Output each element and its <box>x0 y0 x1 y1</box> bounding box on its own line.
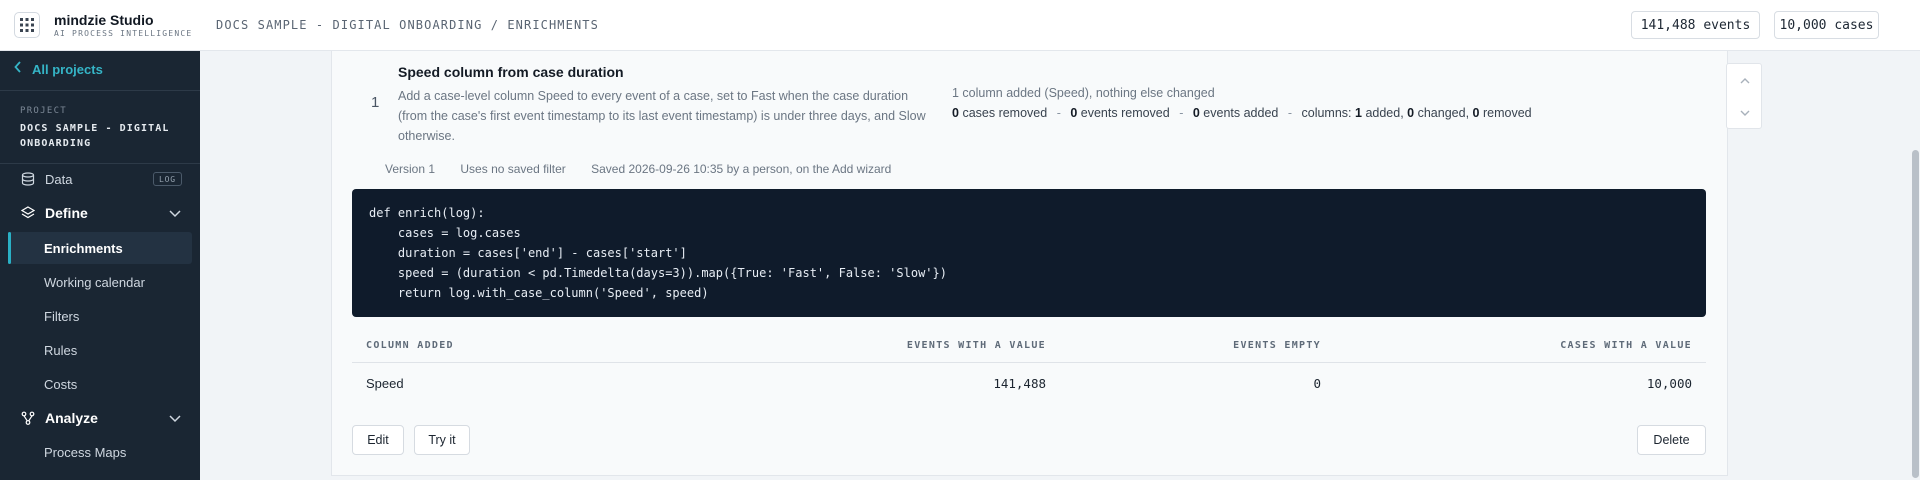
database-icon <box>21 172 35 186</box>
sidebar-item-label: Enrichments <box>44 240 123 256</box>
delete-button[interactable]: Delete <box>1637 425 1706 455</box>
try-it-button[interactable]: Try it <box>414 425 470 455</box>
sidebar-item-process-maps[interactable]: Process Maps <box>0 436 200 468</box>
events-removed-label: events removed <box>1080 106 1170 120</box>
sidebar-group-label: Analyze <box>45 410 98 426</box>
filter-label: Uses no saved filter <box>460 162 566 176</box>
project-name: DOCS SAMPLE - DIGITAL ONBOARDING <box>20 123 170 149</box>
sidebar-divider <box>0 90 200 91</box>
code-block: def enrich(log): cases = log.cases durat… <box>352 189 1706 317</box>
columns-changed-value: 0 <box>1407 106 1415 120</box>
sidebar-item-costs[interactable]: Costs <box>0 368 200 400</box>
scrollbar-thumb[interactable] <box>1912 150 1919 478</box>
chevron-left-icon <box>14 61 22 77</box>
table-cell-events-empty: 0 <box>1313 376 1321 391</box>
columns-added-label: added, <box>1365 106 1404 120</box>
change-summary: 1 column added (Speed), nothing else cha… <box>952 86 1215 100</box>
cases-count-pill: 10,000 cases <box>1774 11 1879 39</box>
table-header-events-empty: EVENTS EMPTY <box>1233 340 1321 351</box>
saved-label: Saved 2026-09-26 10:35 by a person, on t… <box>591 162 892 176</box>
cases-removed-label: cases removed <box>962 106 1048 120</box>
active-item-indicator <box>8 232 11 264</box>
layers-icon <box>21 206 35 219</box>
sidebar: All projects PROJECT DOCS SAMPLE - DIGIT… <box>0 51 200 480</box>
code-text: def enrich(log): cases = log.cases durat… <box>369 206 947 300</box>
all-projects-label: All projects <box>32 61 103 77</box>
version-label: Version 1 <box>385 162 436 176</box>
project-label: PROJECT <box>20 106 68 116</box>
chevron-down-icon <box>169 415 181 423</box>
sidebar-item-label: Data <box>45 171 73 187</box>
table-cell-column-name: Speed <box>366 376 404 391</box>
events-removed-value: 0 <box>1070 106 1078 120</box>
table-header-cases-with-value: CASES WITH A VALUE <box>1560 340 1692 351</box>
sidebar-item-rules[interactable]: Rules <box>0 334 200 366</box>
brand-tagline: AI PROCESS INTELLIGENCE <box>54 29 193 38</box>
columns-added-value: 1 <box>1355 106 1362 120</box>
enrichment-title: Speed column from case duration <box>398 64 624 80</box>
chevron-down-icon <box>169 210 181 218</box>
table-header-column-added: COLUMN ADDED <box>366 340 454 351</box>
sidebar-item-working-calendar[interactable]: Working calendar <box>0 266 200 298</box>
process-branch-icon <box>21 411 35 425</box>
sidebar-item-label: Rules <box>44 342 78 358</box>
sidebar-item-enrichments[interactable]: Enrichments <box>0 232 200 264</box>
table-header-divider <box>352 362 1706 363</box>
change-stats: 0 cases removed - 0 events removed - 0 e… <box>952 106 1532 120</box>
sidebar-item-label: Costs <box>44 376 78 392</box>
sidebar-group-analyze[interactable]: Analyze <box>0 402 200 434</box>
breadcrumb: DOCS SAMPLE - DIGITAL ONBOARDING / ENRIC… <box>216 18 599 32</box>
sidebar-group-define[interactable]: Define <box>0 197 200 229</box>
columns-prefix: columns: <box>1301 106 1352 120</box>
events-count-pill: 141,488 events <box>1631 11 1760 39</box>
enrichment-meta: Version 1 Uses no saved filter Saved 202… <box>385 162 913 176</box>
columns-removed-value: 0 <box>1472 106 1480 120</box>
columns-changed-label: changed, <box>1417 106 1470 120</box>
sidebar-group-label: Define <box>45 205 88 221</box>
edit-button[interactable]: Edit <box>352 425 404 455</box>
table-cell-cases-with-value: 10,000 <box>1646 376 1692 391</box>
sidebar-item-label: Process Maps <box>44 444 127 460</box>
brand-name: mindzie Studio <box>54 12 154 28</box>
stats-separator: - <box>1179 106 1184 120</box>
chevron-down-icon[interactable] <box>1738 106 1752 120</box>
columns-removed-label: removed <box>1482 106 1532 120</box>
app-grid-icon[interactable] <box>14 12 40 38</box>
log-badge: LOG <box>153 172 182 186</box>
sidebar-item-data[interactable]: Data LOG <box>0 163 200 195</box>
top-bar: mindzie Studio AI PROCESS INTELLIGENCE D… <box>0 0 1920 51</box>
table-header-events-with-value: EVENTS WITH A VALUE <box>906 340 1046 351</box>
step-number: 1 <box>371 94 380 111</box>
stats-separator: - <box>1056 106 1061 120</box>
reorder-controls <box>1726 63 1762 129</box>
sidebar-item-filters[interactable]: Filters <box>0 300 200 332</box>
cases-removed-value: 0 <box>952 106 959 120</box>
enrichment-description: Add a case-level column Speed to every e… <box>398 89 926 143</box>
events-added-value: 0 <box>1192 106 1200 120</box>
table-cell-events-with-value: 141,488 <box>993 376 1046 391</box>
sidebar-item-label: Filters <box>44 308 80 324</box>
all-projects-link[interactable]: All projects <box>14 61 103 77</box>
chevron-up-icon[interactable] <box>1738 74 1752 88</box>
stats-separator: - <box>1287 106 1293 120</box>
events-added-label: events added <box>1203 106 1279 120</box>
sidebar-item-label: Working calendar <box>44 274 145 290</box>
